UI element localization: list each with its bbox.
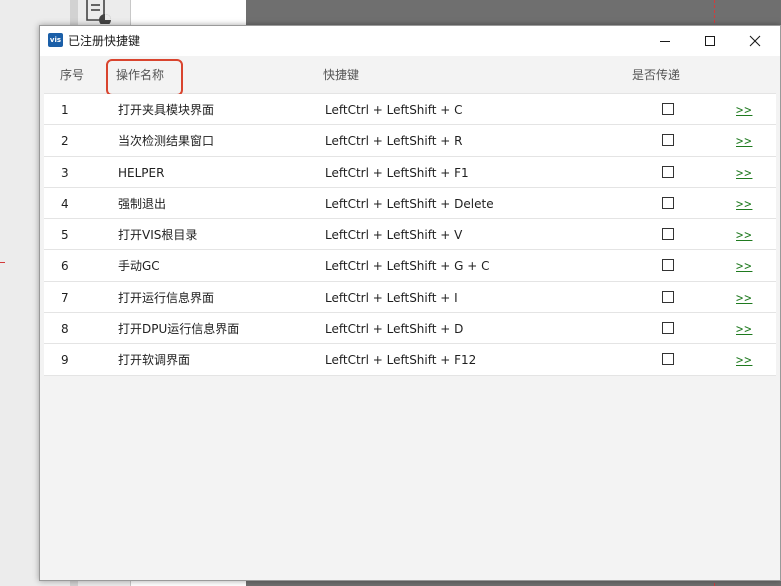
pass-through-checkbox[interactable] (662, 196, 674, 209)
row-name: 打开VIS根目录 (118, 228, 198, 243)
detail-link[interactable]: >> (736, 133, 752, 149)
row-seq: 6 (61, 259, 69, 274)
detail-link[interactable]: >> (736, 196, 752, 212)
row-shortcut: LeftCtrl + LeftShift + G + C (325, 259, 490, 274)
row-name: 手动GC (118, 259, 160, 274)
row-shortcut: LeftCtrl + LeftShift + D (325, 322, 464, 337)
row-seq: 8 (61, 322, 69, 337)
row-seq: 9 (61, 353, 69, 368)
table-body: 1 打开夹具模块界面 LeftCtrl + LeftShift + C >> 2… (44, 94, 776, 376)
guide-tick-left (0, 262, 5, 263)
table-row[interactable]: 3 HELPER LeftCtrl + LeftShift + F1 >> (44, 156, 776, 188)
row-name: HELPER (118, 165, 165, 180)
pass-through-checkbox[interactable] (662, 228, 674, 241)
header-shortcut[interactable]: 快捷键 (323, 67, 359, 83)
row-shortcut: LeftCtrl + LeftShift + R (325, 134, 463, 149)
row-name: 打开运行信息界面 (118, 290, 215, 305)
header-pass-through[interactable]: 是否传递 (632, 67, 680, 83)
table-row[interactable]: 1 打开夹具模块界面 LeftCtrl + LeftShift + C >> (44, 94, 776, 126)
row-shortcut: LeftCtrl + LeftShift + V (325, 228, 463, 243)
table-empty-area (44, 376, 776, 576)
minimize-button[interactable] (642, 26, 687, 56)
shortcut-table: 序号 操作名称 快捷键 是否传递 1 打开夹具模块界面 LeftCtrl + L… (44, 56, 776, 576)
document-chart-icon (86, 0, 111, 24)
row-seq: 5 (61, 228, 69, 243)
table-row[interactable]: 8 打开DPU运行信息界面 LeftCtrl + LeftShift + D >… (44, 313, 776, 345)
table-row[interactable]: 4 强制退出 LeftCtrl + LeftShift + Delete >> (44, 187, 776, 220)
detail-link[interactable]: >> (736, 290, 752, 306)
detail-link[interactable]: >> (736, 258, 752, 274)
row-seq: 3 (61, 165, 69, 180)
table-row[interactable]: 7 打开运行信息界面 LeftCtrl + LeftShift + I >> (44, 281, 776, 314)
row-seq: 1 (61, 103, 69, 117)
highlight-annotation (106, 59, 183, 96)
detail-link[interactable]: >> (736, 227, 752, 243)
detail-link[interactable]: >> (736, 352, 752, 368)
row-name: 打开DPU运行信息界面 (118, 322, 240, 337)
minimize-icon (659, 41, 670, 42)
window-title: 已注册快捷键 (68, 34, 141, 48)
maximize-button[interactable] (687, 26, 732, 56)
pass-through-checkbox[interactable] (662, 134, 674, 147)
pass-through-checkbox[interactable] (662, 165, 674, 178)
table-row[interactable]: 6 手动GC LeftCtrl + LeftShift + G + C >> (44, 250, 776, 282)
row-shortcut: LeftCtrl + LeftShift + C (325, 103, 463, 117)
maximize-icon (704, 36, 715, 46)
close-button[interactable] (732, 26, 777, 56)
detail-link[interactable]: >> (736, 102, 752, 118)
row-shortcut: LeftCtrl + LeftShift + I (325, 290, 458, 305)
pass-through-checkbox[interactable] (662, 322, 674, 335)
row-name: 打开软调界面 (118, 353, 191, 368)
header-seq[interactable]: 序号 (60, 67, 84, 83)
row-name: 当次检测结果窗口 (118, 134, 215, 149)
row-name: 打开夹具模块界面 (118, 103, 215, 117)
table-row[interactable]: 5 打开VIS根目录 LeftCtrl + LeftShift + V >> (44, 219, 776, 251)
pass-through-checkbox[interactable] (662, 103, 674, 115)
row-seq: 7 (61, 290, 69, 305)
pass-through-checkbox[interactable] (662, 259, 674, 272)
app-logo-icon: vis (48, 33, 63, 47)
pass-through-checkbox[interactable] (662, 353, 674, 366)
registered-shortcuts-dialog: vis 已注册快捷键 序号 操作名称 快捷键 是否传递 1 打开夹具模块界面 L… (39, 25, 781, 581)
row-shortcut: LeftCtrl + LeftShift + F12 (325, 353, 477, 368)
close-icon (749, 35, 760, 47)
row-shortcut: LeftCtrl + LeftShift + Delete (325, 196, 494, 211)
table-row[interactable]: 9 打开软调界面 LeftCtrl + LeftShift + F12 >> (44, 344, 776, 376)
title-bar[interactable]: vis 已注册快捷键 (40, 26, 780, 56)
table-row[interactable]: 2 当次检测结果窗口 LeftCtrl + LeftShift + R >> (44, 125, 776, 157)
pass-through-checkbox[interactable] (662, 290, 674, 303)
row-name: 强制退出 (118, 196, 167, 211)
row-shortcut: LeftCtrl + LeftShift + F1 (325, 165, 469, 180)
row-seq: 4 (61, 196, 69, 211)
detail-link[interactable]: >> (736, 165, 752, 181)
row-seq: 2 (61, 134, 69, 149)
detail-link[interactable]: >> (736, 321, 752, 337)
